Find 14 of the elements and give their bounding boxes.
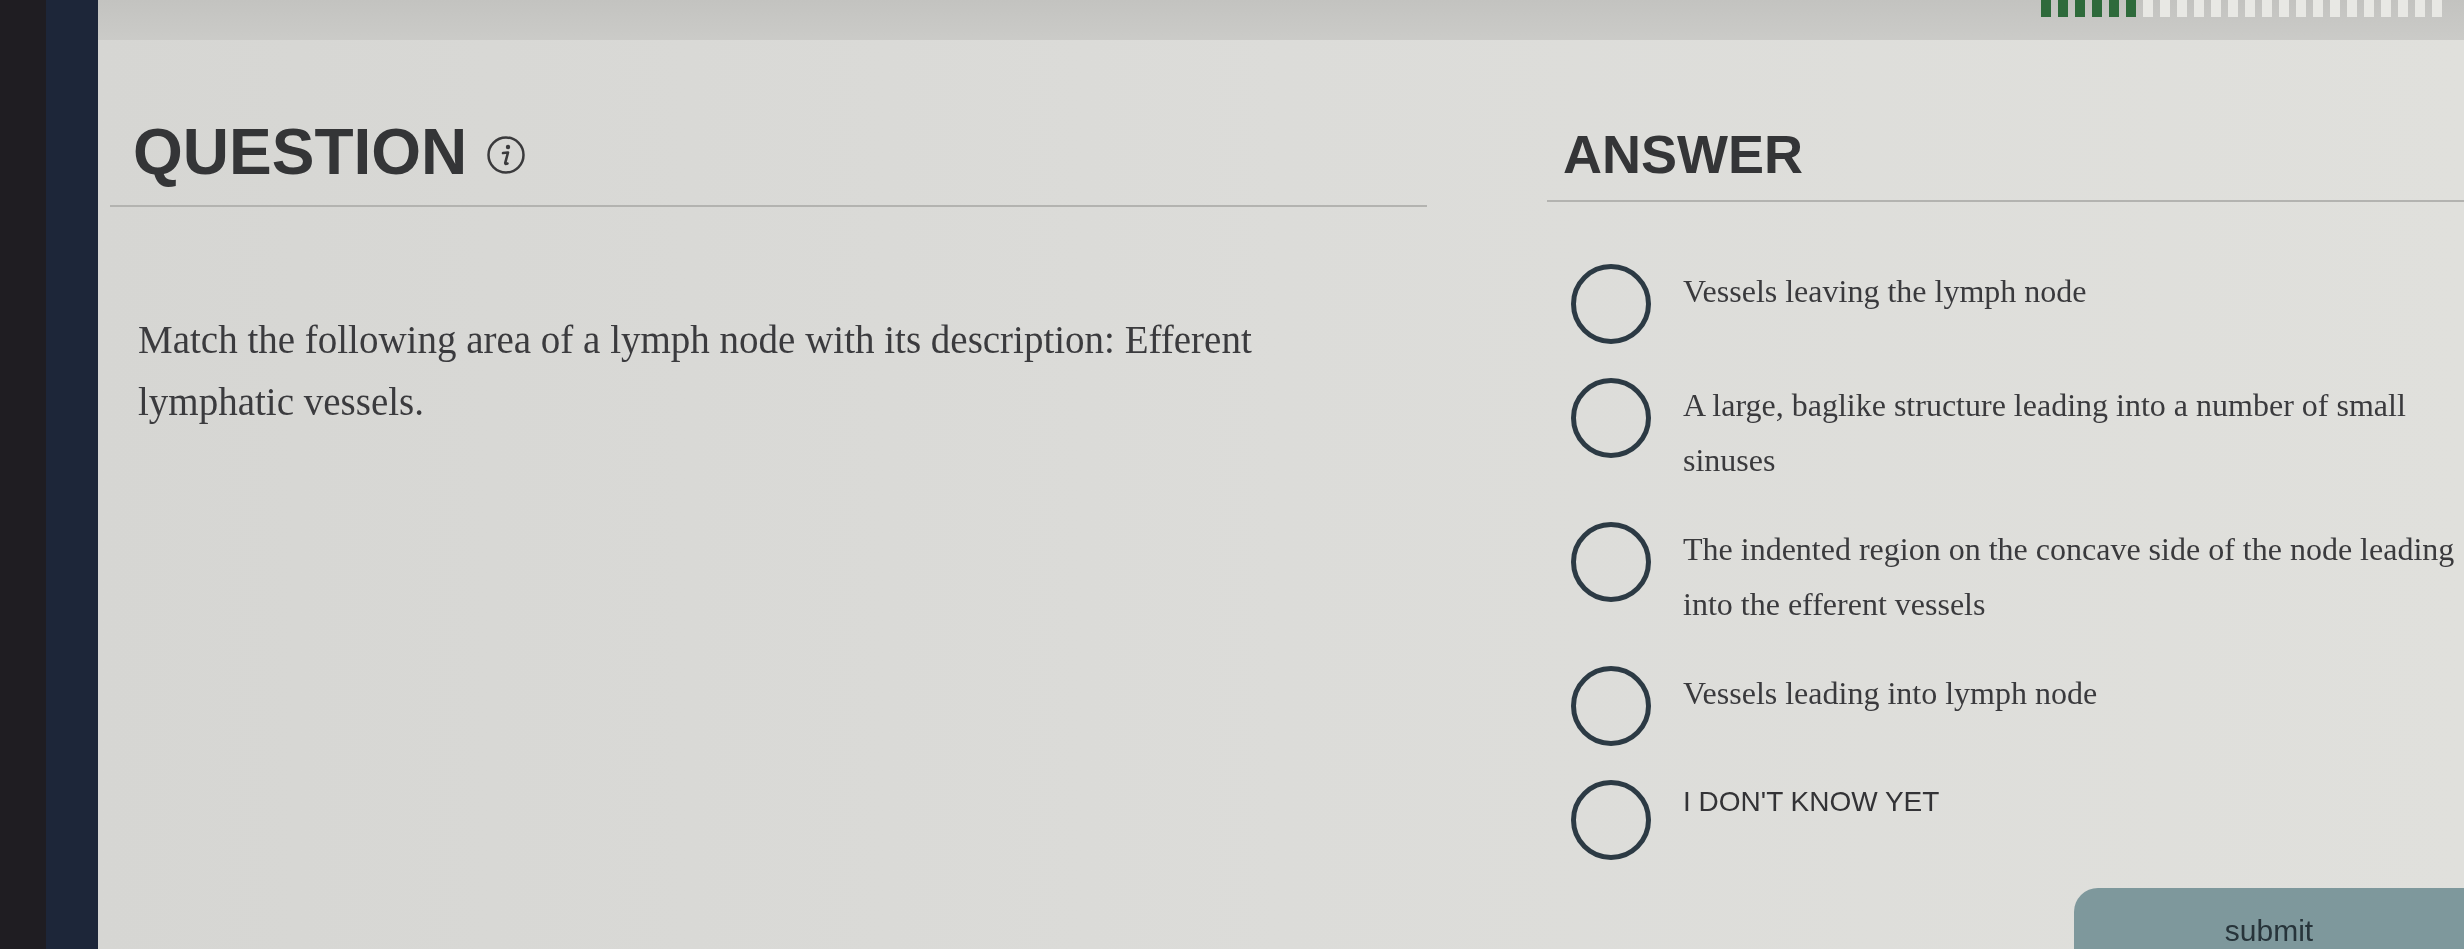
radio-button[interactable] — [1571, 264, 1651, 344]
info-icon[interactable] — [487, 136, 526, 174]
answer-heading: ANSWER — [1563, 127, 1803, 181]
radio-button[interactable] — [1571, 666, 1651, 746]
option-label[interactable]: Vessels leaving the lymph node — [1683, 264, 2087, 319]
option-label[interactable]: Vessels leading into lymph node — [1683, 666, 2098, 721]
radio-button[interactable] — [1571, 780, 1651, 860]
submit-button[interactable]: submit — [2074, 888, 2464, 949]
radio-button[interactable] — [1571, 522, 1651, 602]
option-label[interactable]: A large, baglike structure leading into a number of small sinuses — [1683, 378, 2464, 488]
option-label[interactable]: The indented region on the concave side of the node leading into the efferent vessels — [1683, 522, 2464, 632]
question-text: Match the following area of a lymph node with its description: Efferent lymphatic vessels. — [138, 317, 1253, 426]
option-label[interactable]: I DON'T KNOW YET — [1683, 774, 1940, 829]
radio-button[interactable] — [1571, 378, 1651, 458]
